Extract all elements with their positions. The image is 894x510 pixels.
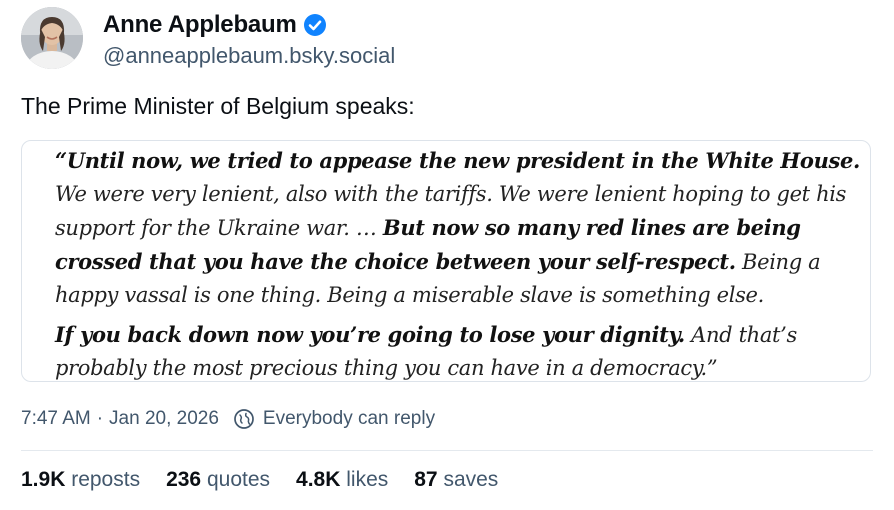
- saves-count: 87: [414, 468, 438, 491]
- likes-stat[interactable]: 4.8K likes: [296, 466, 388, 494]
- quote-text: “Until now, we tried to appease the new …: [55, 144, 870, 385]
- quotes-label: quotes: [206, 468, 271, 491]
- author-name[interactable]: Anne Applebaum: [103, 10, 297, 40]
- post-stats: 1.9K reposts 236 quotes 4.8K likes 87 sa…: [21, 466, 524, 494]
- quote-paragraph-2: If you back down now you’re going to los…: [55, 318, 870, 385]
- quote-bold-1: “Until now, we tried to appease the new …: [55, 148, 860, 173]
- post-meta: 7:47 AM · Jan 20, 2026 Everybody can rep…: [21, 406, 435, 432]
- avatar-photo: [21, 7, 83, 69]
- likes-count: 4.8K: [296, 468, 341, 491]
- divider: [21, 450, 873, 451]
- quotes-stat[interactable]: 236 quotes: [166, 466, 270, 494]
- post-text: The Prime Minister of Belgium speaks:: [21, 93, 415, 119]
- likes-label: likes: [346, 468, 389, 491]
- verified-check-icon[interactable]: [303, 14, 326, 36]
- reposts-label: reposts: [71, 468, 141, 491]
- meta-separator: ·: [96, 408, 104, 429]
- post-date[interactable]: Jan 20, 2026: [109, 406, 219, 432]
- reply-setting[interactable]: Everybody can reply: [233, 406, 435, 432]
- globe-icon: [234, 409, 254, 429]
- author-row: Anne Applebaum: [103, 10, 326, 40]
- quotes-count: 236: [166, 468, 202, 491]
- reposts-count: 1.9K: [21, 468, 66, 491]
- saves-stat[interactable]: 87 saves: [414, 466, 498, 494]
- post-time[interactable]: 7:47 AM: [21, 406, 91, 432]
- quote-bold-3: If you back down now you’re going to los…: [55, 322, 685, 347]
- avatar[interactable]: [21, 7, 83, 69]
- quote-card[interactable]: “Until now, we tried to appease the new …: [21, 140, 871, 382]
- reply-setting-label: Everybody can reply: [262, 408, 436, 429]
- reposts-stat[interactable]: 1.9K reposts: [21, 466, 140, 494]
- quote-paragraph-1: “Until now, we tried to appease the new …: [55, 144, 870, 312]
- author-handle[interactable]: @anneapplebaum.bsky.social: [103, 42, 395, 70]
- saves-label: saves: [443, 468, 499, 491]
